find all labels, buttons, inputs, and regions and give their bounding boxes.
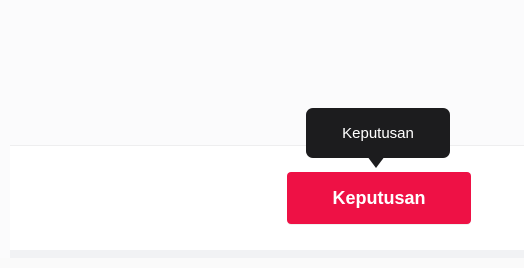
keputusan-button[interactable]: Keputusan bbox=[287, 172, 471, 224]
tooltip-pointer bbox=[367, 156, 385, 168]
keputusan-button-label: Keputusan bbox=[332, 187, 426, 208]
button-tooltip: Keputusan bbox=[306, 108, 450, 158]
row-bottom-divider bbox=[10, 250, 524, 258]
bottom-blank-area bbox=[0, 258, 524, 268]
tooltip-label: Keputusan bbox=[342, 124, 414, 142]
page-canvas: Keputusan Keputusan bbox=[0, 0, 524, 268]
